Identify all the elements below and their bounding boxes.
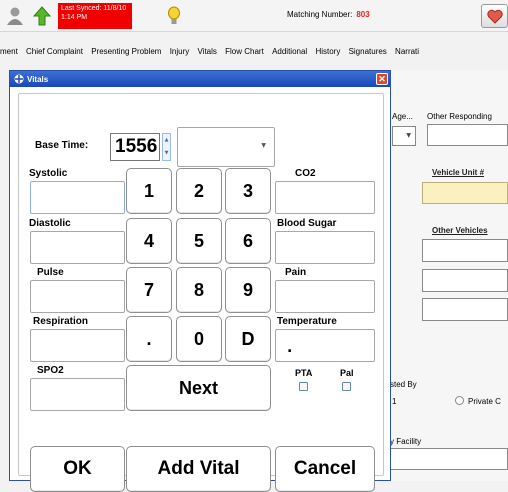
other-responding-field[interactable]: [427, 124, 508, 146]
key-8[interactable]: 8: [176, 267, 222, 313]
spin-down-icon[interactable]: ▼: [163, 147, 170, 160]
systolic-label: Systolic: [29, 168, 68, 179]
key-decimal[interactable]: .: [126, 316, 172, 362]
sync-status: Last Synced: 11/8/10 1:14 PM: [58, 3, 132, 29]
temperature-value: .: [287, 340, 293, 356]
diastolic-label: Diastolic: [29, 218, 71, 229]
spo2-label: SPO2: [37, 365, 64, 376]
section-tabs: ment Chief Complaint Presenting Problem …: [0, 47, 508, 65]
pulse-label: Pulse: [37, 267, 64, 278]
age-dropdown[interactable]: ▼: [392, 126, 416, 146]
temperature-label: Temperature: [277, 316, 337, 327]
background-form: Age... Other Responding ▼ Vehicle Unit #…: [390, 70, 508, 481]
base-time-label: Base Time:: [35, 140, 89, 151]
tab-flow-chart[interactable]: Flow Chart: [225, 47, 264, 56]
key-6[interactable]: 6: [225, 218, 271, 264]
vehicle-unit-label: Vehicle Unit #: [432, 168, 485, 177]
co2-label: CO2: [295, 168, 316, 179]
tab-signatures[interactable]: Signatures: [349, 47, 387, 56]
vehicle-unit-field[interactable]: [422, 182, 508, 204]
key-9[interactable]: 9: [225, 267, 271, 313]
matching-number: 803: [356, 10, 370, 19]
vitals-dialog: Vitals ✕ Base Time: 1556 ▲ ▼ ▼ Systolic …: [9, 70, 391, 492]
temperature-field[interactable]: .: [275, 329, 375, 362]
other-vehicles-label: Other Vehicles: [432, 226, 488, 235]
tab-injury[interactable]: Injury: [170, 47, 190, 56]
respiration-label: Respiration: [33, 316, 89, 327]
other-vehicle-field-2[interactable]: [422, 269, 508, 292]
pta-checkbox[interactable]: [299, 382, 308, 391]
lightbulb-icon[interactable]: [167, 6, 181, 30]
base-time-dropdown[interactable]: ▼: [177, 127, 275, 167]
other-vehicle-field-3[interactable]: [422, 298, 508, 321]
key-7[interactable]: 7: [126, 267, 172, 313]
tab-presenting-problem[interactable]: Presenting Problem: [91, 47, 161, 56]
key-3[interactable]: 3: [225, 168, 271, 214]
key-d[interactable]: D: [225, 316, 271, 362]
co2-field[interactable]: [275, 181, 375, 214]
facility-field[interactable]: [390, 448, 508, 470]
diastolic-field[interactable]: [30, 231, 125, 264]
other-responding-label: Other Responding: [427, 112, 492, 121]
requested-by-value: 1: [392, 397, 397, 406]
spin-up-icon[interactable]: ▲: [163, 134, 170, 147]
pain-field[interactable]: [275, 280, 375, 313]
next-button[interactable]: Next: [126, 365, 271, 411]
matching-number-label: Matching Number: 803: [287, 10, 370, 19]
base-time-spinner[interactable]: ▲ ▼: [162, 133, 171, 161]
tab-vitals[interactable]: Vitals: [197, 47, 216, 56]
age-label: Age...: [392, 112, 413, 121]
tab-chief-complaint[interactable]: Chief Complaint: [26, 47, 83, 56]
chevron-down-icon: ▼: [261, 142, 266, 149]
requested-by-label: sted By: [390, 380, 417, 389]
tab-history[interactable]: History: [315, 47, 340, 56]
user-icon[interactable]: [6, 6, 24, 30]
pulse-field[interactable]: [30, 280, 125, 313]
spo2-field[interactable]: [30, 378, 125, 411]
cancel-button[interactable]: Cancel: [275, 446, 375, 492]
pta-label: PTA: [295, 368, 313, 378]
facility-label: y Facility: [390, 437, 422, 446]
key-1[interactable]: 1: [126, 168, 172, 214]
key-0[interactable]: 0: [176, 316, 222, 362]
other-vehicle-field-1[interactable]: [422, 239, 508, 262]
close-icon[interactable]: ✕: [376, 73, 388, 85]
vitals-app-icon: [14, 74, 24, 84]
matching-label-text: Matching Number:: [287, 10, 353, 19]
tab-additional[interactable]: Additional: [272, 47, 307, 56]
vitals-panel: Base Time: 1556 ▲ ▼ ▼ Systolic Diastolic…: [18, 93, 384, 492]
pal-checkbox[interactable]: [342, 382, 351, 391]
heart-icon: [487, 9, 503, 28]
heart-button[interactable]: [481, 4, 508, 28]
blood-sugar-label: Blood Sugar: [277, 218, 337, 229]
top-toolbar: Last Synced: 11/8/10 1:14 PM Matching Nu…: [0, 0, 508, 32]
pain-label: Pain: [285, 267, 307, 278]
key-4[interactable]: 4: [126, 218, 172, 264]
pal-label: Pal: [340, 368, 354, 378]
chevron-down-icon: ▼: [406, 132, 411, 139]
respiration-field[interactable]: [30, 329, 125, 362]
tab-ment[interactable]: ment: [0, 47, 18, 56]
base-time-input[interactable]: 1556: [110, 133, 160, 161]
dialog-titlebar[interactable]: Vitals ✕: [10, 71, 390, 87]
private-label: Private C: [468, 397, 501, 406]
dialog-title: Vitals: [27, 75, 49, 84]
add-vital-button[interactable]: Add Vital: [126, 446, 271, 492]
up-arrow-icon[interactable]: [32, 6, 52, 30]
key-5[interactable]: 5: [176, 218, 222, 264]
systolic-field[interactable]: [30, 181, 125, 214]
key-2[interactable]: 2: [176, 168, 222, 214]
tab-narrative[interactable]: Narrati: [395, 47, 419, 56]
blood-sugar-field[interactable]: [275, 231, 375, 264]
private-radio[interactable]: [455, 396, 464, 405]
ok-button[interactable]: OK: [30, 446, 125, 492]
